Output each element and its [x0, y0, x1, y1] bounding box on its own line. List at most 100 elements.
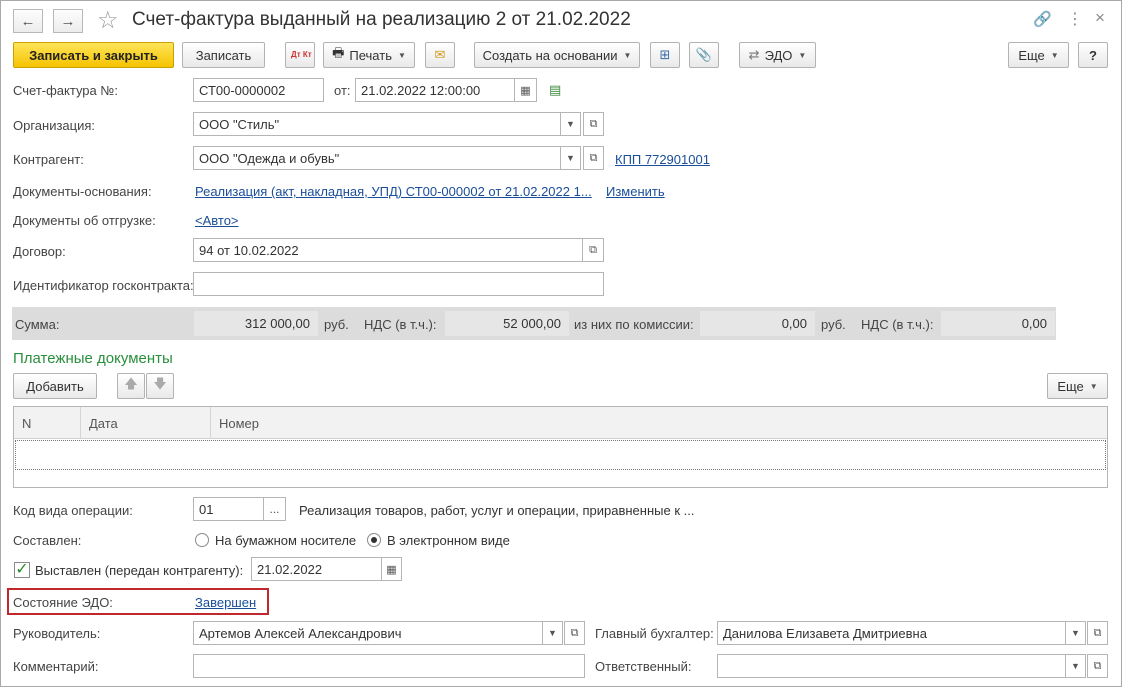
more-menu-icon[interactable]: ⋮ [1067, 9, 1083, 29]
head-field[interactable]: Артемов Алексей Александрович [193, 621, 543, 645]
head-open-button[interactable]: ⧉ [564, 621, 585, 645]
open-icon: ⧉ [1093, 626, 1102, 639]
paper-radio-label[interactable]: На бумажном носителе [215, 533, 356, 548]
organization-label: Организация: [13, 118, 96, 133]
email-button[interactable]: ✉ [425, 42, 455, 68]
arrow-right-icon: → [60, 12, 76, 30]
edo-icon: ⇄ [748, 47, 760, 62]
contractor-dropdown[interactable]: ▼ [560, 146, 581, 170]
responsible-field[interactable] [717, 654, 1066, 678]
invoice-number-label: Счет-фактура №: [13, 83, 118, 98]
base-documents-link[interactable]: Реализация (акт, накладная, УПД) СТ00-00… [195, 184, 592, 199]
edo-state-link[interactable]: Завершен [195, 595, 256, 610]
column-header-n[interactable]: N [14, 407, 81, 439]
open-icon: ⧉ [1093, 659, 1102, 672]
chief-accountant-field[interactable]: Данилова Елизавета Дмитриевна [717, 621, 1066, 645]
contract-field[interactable]: 94 от 10.02.2022 [193, 238, 583, 262]
payments-more-button[interactable]: Еще ▼ [1047, 373, 1108, 399]
forward-button[interactable]: → [53, 9, 83, 33]
vat2-value: 0,00 [941, 311, 1055, 336]
invoice-number-field[interactable]: СТ00-0000002 [193, 78, 324, 102]
change-link[interactable]: Изменить [606, 184, 665, 199]
calendar-button[interactable]: ▦ [514, 78, 537, 102]
column-header-number[interactable]: Номер [211, 407, 1107, 439]
chief-accountant-open-button[interactable]: ⧉ [1087, 621, 1108, 645]
issued-date-field[interactable]: 21.02.2022 [251, 557, 382, 581]
shipment-documents-link[interactable]: <Авто> [195, 213, 239, 228]
chevron-down-icon: ▼ [623, 50, 632, 60]
table-row[interactable] [15, 440, 1106, 470]
head-dropdown[interactable]: ▼ [542, 621, 563, 645]
payments-table-header: N Дата Номер [14, 407, 1107, 439]
chief-accountant-dropdown[interactable]: ▼ [1065, 621, 1086, 645]
chief-accountant-label: Главный бухгалтер: [595, 626, 714, 641]
comment-field[interactable] [193, 654, 585, 678]
paper-radio[interactable] [195, 533, 209, 547]
commission-currency: руб. [821, 317, 846, 332]
chevron-down-icon: ▼ [397, 50, 406, 60]
contract-open-button[interactable]: ⧉ [582, 238, 604, 262]
move-down-button[interactable]: 🡇 [146, 373, 174, 399]
column-header-date[interactable]: Дата [81, 407, 211, 439]
more-button[interactable]: Еще ▼ [1008, 42, 1069, 68]
structure-button[interactable]: ⊞ [650, 42, 680, 68]
save-and-close-button[interactable]: Записать и закрыть [13, 42, 174, 68]
issued-label[interactable]: Выставлен (передан контрагенту): [35, 563, 243, 578]
kpp-link[interactable]: КПП 772901001 [615, 152, 710, 167]
vat-label: НДС (в т.ч.): [364, 317, 437, 332]
more-label: Еще [1018, 47, 1045, 63]
help-button[interactable]: ? [1078, 42, 1108, 68]
invoice-status-icon[interactable]: ▤ [549, 82, 561, 98]
responsible-open-button[interactable]: ⧉ [1087, 654, 1108, 678]
link-icon[interactable]: 🔗 [1033, 10, 1052, 28]
invoice-window: ← → ☆ Счет-фактура выданный на реализаци… [0, 0, 1122, 687]
responsible-label: Ответственный: [595, 659, 692, 674]
base-documents-label: Документы-основания: [13, 184, 152, 199]
contractor-open-button[interactable]: ⧉ [583, 146, 604, 170]
organization-open-button[interactable]: ⧉ [583, 112, 604, 136]
shipment-documents-label: Документы об отгрузке: [13, 213, 156, 228]
attach-button[interactable]: 📎 [689, 42, 719, 68]
electronic-radio[interactable] [367, 533, 381, 547]
paperclip-icon: 📎 [695, 47, 713, 62]
electronic-radio-label[interactable]: В электронном виде [387, 533, 510, 548]
dt-kt-button[interactable]: Дт Кт [285, 42, 315, 68]
operation-code-select-button[interactable]: ... [263, 497, 286, 521]
chevron-down-icon: ▼ [1050, 50, 1059, 60]
payments-table[interactable]: N Дата Номер [13, 406, 1108, 488]
add-payment-button[interactable]: Добавить [13, 373, 97, 399]
save-button[interactable]: Записать [182, 42, 265, 68]
responsible-dropdown[interactable]: ▼ [1065, 654, 1086, 678]
edo-button[interactable]: ⇄ ЭДО ▼ [739, 42, 816, 68]
gov-contract-field[interactable] [193, 272, 604, 296]
payments-more-label: Еще [1057, 378, 1084, 394]
hierarchy-icon: ⊞ [659, 47, 671, 62]
operation-code-field[interactable]: 01 [193, 497, 264, 521]
printer-icon: 🖶 [332, 45, 345, 60]
chevron-down-icon: ▼ [1089, 381, 1098, 391]
print-button[interactable]: 🖶 Печать ▼ [323, 42, 415, 68]
organization-field[interactable]: ООО "Стиль" [193, 112, 561, 136]
create-based-on-button[interactable]: Создать на основании ▼ [474, 42, 640, 68]
move-up-button[interactable]: 🡅 [117, 373, 145, 399]
issued-checkbox[interactable]: ✓ [14, 562, 30, 578]
vat-value: 52 000,00 [445, 311, 569, 336]
arrow-down-icon: 🡇 [153, 376, 167, 391]
calendar-icon: ▦ [520, 84, 531, 97]
create-based-label: Создать на основании [482, 47, 618, 63]
favorite-star-icon[interactable]: ☆ [97, 6, 119, 35]
composed-label: Составлен: [13, 533, 82, 548]
comment-label: Комментарий: [13, 659, 99, 674]
calendar-icon: ▦ [386, 563, 397, 576]
close-icon[interactable]: × [1095, 8, 1105, 28]
back-button[interactable]: ← [13, 9, 43, 33]
contractor-field[interactable]: ООО "Одежда и обувь" [193, 146, 561, 170]
arrow-up-icon: 🡅 [124, 376, 138, 391]
operation-code-label: Код вида операции: [13, 503, 133, 518]
organization-dropdown[interactable]: ▼ [560, 112, 581, 136]
open-icon: ⧉ [570, 626, 579, 639]
issued-calendar-button[interactable]: ▦ [381, 557, 402, 581]
commission-value: 0,00 [700, 311, 815, 336]
operation-code-description: Реализация товаров, работ, услуг и опера… [299, 503, 695, 518]
date-from-field[interactable]: 21.02.2022 12:00:00 [355, 78, 515, 102]
